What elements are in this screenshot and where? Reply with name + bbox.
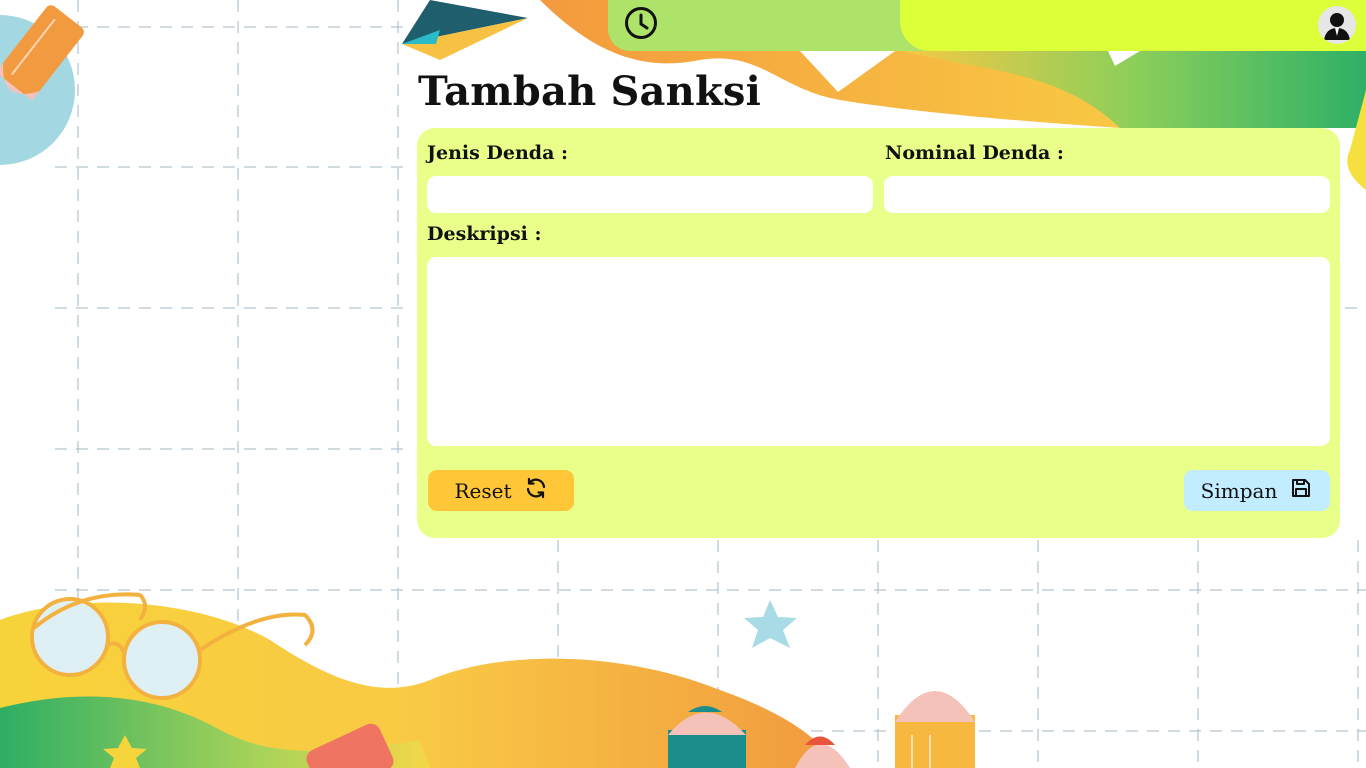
user-avatar-icon[interactable] [1318, 6, 1356, 44]
refresh-icon [524, 476, 548, 505]
save-button-label: Simpan [1200, 478, 1278, 503]
jenis-denda-input[interactable] [427, 176, 873, 213]
sanction-form: Jenis Denda : Nominal Denda : Deskripsi … [417, 128, 1340, 538]
floppy-disk-icon [1289, 476, 1313, 505]
page-title: Tambah Sanksi [418, 68, 761, 115]
top-bar-right [900, 0, 1366, 51]
reset-button-label: Reset [454, 478, 512, 503]
clock-icon[interactable] [623, 5, 659, 41]
nominal-denda-label: Nominal Denda : [885, 142, 1064, 164]
reset-button[interactable]: Reset [428, 470, 574, 511]
nominal-denda-input[interactable] [884, 176, 1330, 213]
deskripsi-textarea[interactable] [427, 257, 1330, 446]
jenis-denda-label: Jenis Denda : [427, 142, 569, 164]
save-button[interactable]: Simpan [1184, 470, 1330, 511]
deskripsi-label: Deskripsi : [427, 223, 542, 245]
